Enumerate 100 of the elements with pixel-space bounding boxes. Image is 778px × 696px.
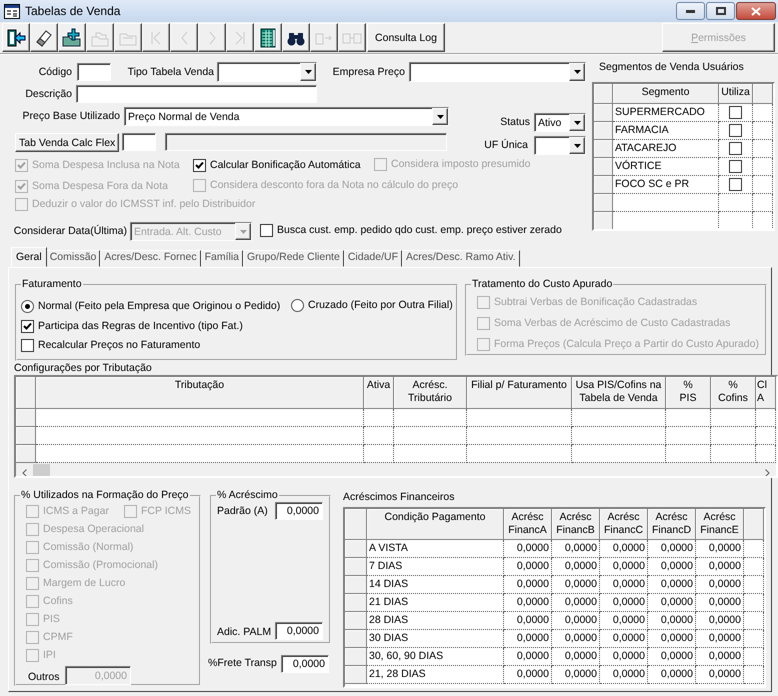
table-cell: 0,0000 xyxy=(648,558,696,576)
dropdown[interactable] xyxy=(534,136,586,155)
text-field[interactable] xyxy=(165,133,447,151)
group-title: Tratamento do Custo Apurado xyxy=(471,278,614,291)
tab[interactable]: Cidade/UF xyxy=(344,250,402,267)
column-header[interactable]: Acrésc. Tributário xyxy=(394,377,467,409)
window-icon xyxy=(4,4,20,18)
toolbar-button[interactable] xyxy=(2,23,30,52)
column-header[interactable]: Acrésc FinancE xyxy=(696,509,744,540)
table-cell xyxy=(753,194,773,212)
column-header[interactable]: Usa PIS/Cofins na Tabela de Venda xyxy=(572,377,666,409)
column-header[interactable]: Filial p/ Faturamento xyxy=(467,377,572,409)
maximize-icon xyxy=(716,7,726,15)
table-cell: 0,0000 xyxy=(552,630,600,648)
toolbar-button[interactable] xyxy=(58,23,86,52)
checkbox[interactable] xyxy=(729,142,742,155)
tab[interactable]: Acres/Desc. Fornec xyxy=(100,250,201,267)
door-arrow-icon xyxy=(6,28,26,48)
table-cell: 0,0000 xyxy=(600,576,648,594)
checkbox[interactable] xyxy=(729,124,742,137)
checkbox[interactable]: Participa das Regras de Incentivo (tipo Fat.) xyxy=(21,319,243,334)
close-button[interactable] xyxy=(736,2,776,20)
table-cell: 0,0000 xyxy=(600,594,648,612)
table-cell: VÓRTICE xyxy=(613,158,719,176)
dropdown[interactable]: Preço Normal de Venda xyxy=(124,107,449,126)
table-cell: 0,0000 xyxy=(600,540,648,558)
text-field[interactable] xyxy=(122,133,156,151)
minimize-icon xyxy=(686,10,695,12)
table-cell: 21, 28 DIAS xyxy=(367,666,504,684)
table-cell: 0,0000 xyxy=(696,648,744,666)
column-header[interactable]: Acrésc FinancA xyxy=(504,509,552,540)
table-cell: 0,0000 xyxy=(648,594,696,612)
tab[interactable]: Família xyxy=(200,250,244,267)
column-header[interactable]: Cl A xyxy=(756,377,776,409)
maximize-button[interactable] xyxy=(706,2,735,20)
radio-button[interactable]: Cruzado (Feito por Outra Filial) xyxy=(291,298,453,312)
field-label: Descrição xyxy=(24,88,72,100)
horizontal-scrollbar[interactable] xyxy=(16,463,776,476)
dropdown[interactable]: Ativo xyxy=(534,113,586,132)
scroll-thumb[interactable] xyxy=(33,464,50,476)
column-header[interactable]: Acrésc FinancC xyxy=(600,509,648,540)
checkbox[interactable] xyxy=(729,106,742,119)
table-cell xyxy=(756,409,776,427)
calc-flex-button[interactable]: Tab Venda Calc Flex xyxy=(15,133,119,152)
table-cell: FOCO SC e PR xyxy=(613,176,719,194)
column-header[interactable]: Ativa xyxy=(364,377,394,409)
dropdown[interactable] xyxy=(217,62,317,82)
tab[interactable]: Grupo/Rede Cliente xyxy=(243,250,344,267)
text-field[interactable]: 0,0000 xyxy=(275,502,323,520)
text-field[interactable] xyxy=(77,63,111,81)
checkbox[interactable]: Recalcular Preços no Faturamento xyxy=(21,338,200,353)
table-cell: 0,0000 xyxy=(648,540,696,558)
table-cell xyxy=(744,648,764,666)
radio-dot-icon xyxy=(25,304,30,308)
toolbar-button[interactable] xyxy=(254,23,282,52)
table-cell xyxy=(666,409,711,427)
toolbar-button[interactable] xyxy=(30,23,58,52)
column-header[interactable]: % Cofins xyxy=(711,377,756,409)
column-header[interactable]: % PIS xyxy=(666,377,711,409)
checkbox[interactable]: Busca cust. emp. pedido qdo cust. emp. preço estiver zerado xyxy=(260,223,562,238)
field-label: Tipo Tabela Venda xyxy=(126,66,214,78)
table-cell: 0,0000 xyxy=(504,612,552,630)
checkbox[interactable] xyxy=(729,178,742,191)
table-cell: 30, 60, 90 DIAS xyxy=(367,648,504,666)
minimize-button[interactable] xyxy=(676,2,705,20)
field-label: %Frete Transp xyxy=(208,657,278,670)
caret-icon xyxy=(574,144,580,148)
tab[interactable]: Comissão xyxy=(46,250,100,267)
table-cell: 0,0000 xyxy=(552,648,600,666)
column-header[interactable]: Utiliza xyxy=(719,84,753,104)
section-title: Segmentos de Venda Usuários xyxy=(599,61,745,74)
text-field[interactable]: 0,0000 xyxy=(275,622,323,640)
table-cell: 0,0000 xyxy=(600,648,648,666)
previous-icon xyxy=(180,30,188,44)
column-header[interactable]: Acrésc FinancB xyxy=(552,509,600,540)
table-cell: 0,0000 xyxy=(552,612,600,630)
text-field[interactable]: 0,0000 xyxy=(281,654,329,672)
table-cell xyxy=(744,540,764,558)
checkbox[interactable]: Calcular Bonificação Automática xyxy=(193,158,361,173)
checkbox[interactable] xyxy=(729,160,742,173)
text-field[interactable] xyxy=(76,85,317,103)
table-cell: 0,0000 xyxy=(600,630,648,648)
radio-button[interactable]: Normal (Feito pela Empresa que Originou o Pedido) xyxy=(21,298,280,314)
caret-icon xyxy=(240,230,246,234)
table-cell xyxy=(364,409,394,427)
tab[interactable]: Geral xyxy=(11,247,47,267)
column-header[interactable]: Condição Pagamento xyxy=(367,509,504,540)
column-header[interactable]: Segmento xyxy=(613,84,719,104)
table-cell: 0,0000 xyxy=(648,666,696,684)
column-header[interactable]: Tributação xyxy=(36,377,364,409)
column-header[interactable]: Acrésc FinancD xyxy=(648,509,696,540)
table-cell xyxy=(711,427,756,445)
toolbar-button[interactable]: Consulta Log xyxy=(367,23,445,52)
table-cell: 0,0000 xyxy=(504,630,552,648)
checkmark-icon xyxy=(195,161,204,170)
close-icon xyxy=(751,6,761,16)
field-label: Status xyxy=(499,116,530,129)
toolbar-button[interactable] xyxy=(282,23,310,52)
tab[interactable]: Acres/Desc. Ramo Ativ. xyxy=(402,250,520,267)
dropdown[interactable] xyxy=(409,62,586,82)
